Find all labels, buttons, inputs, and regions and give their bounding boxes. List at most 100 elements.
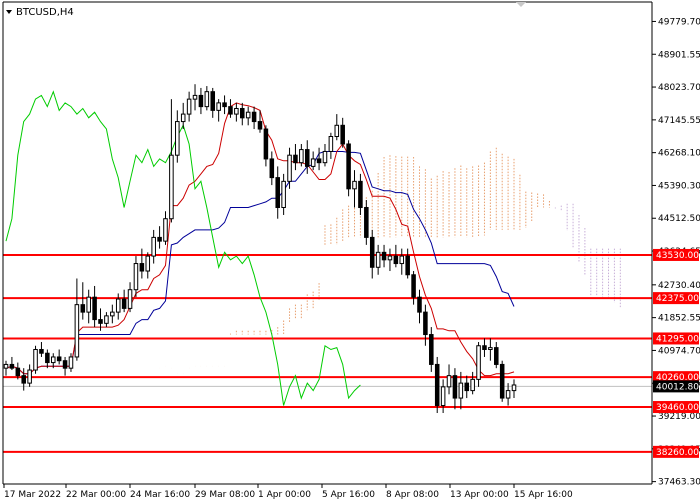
candle-body: [169, 154, 174, 220]
candle-body: [287, 154, 292, 182]
price-chart[interactable]: 49779.70 48901.55 48023.70 47145.55 46268.10…: [0, 0, 700, 500]
candle-body: [62, 360, 68, 369]
candle-body: [240, 107, 245, 119]
y-tick-label: 39219.00: [658, 412, 700, 422]
candle-body: [21, 375, 26, 384]
y-tick-label: 46268.10: [658, 149, 700, 159]
candle-body: [375, 251, 381, 268]
candle-body: [204, 91, 210, 108]
x-tick-label: 5 Apr 16:00: [322, 490, 375, 500]
candle-body: [511, 384, 517, 392]
y-tick-label: 48901.55: [658, 50, 700, 60]
candle-body: [192, 94, 198, 100]
candle-body: [429, 334, 434, 365]
candle-body: [121, 298, 127, 309]
candle-body: [92, 296, 97, 321]
candle-body: [98, 319, 103, 324]
candle-body: [494, 347, 499, 365]
candle-body: [352, 180, 357, 190]
candle-body: [434, 363, 440, 407]
candle-body: [127, 289, 133, 309]
candle-body: [3, 363, 9, 369]
y-tick-label: 48023.70: [658, 83, 700, 93]
candle-body: [328, 136, 334, 152]
y-tick-label: 45390.30: [658, 181, 700, 191]
candle-body: [464, 382, 470, 392]
x-tick-label: 29 Mar 08:00: [195, 490, 255, 500]
candle-body: [263, 128, 269, 160]
candle-body: [115, 298, 121, 313]
chart-background: [0, 0, 700, 500]
x-tick-label: 15 Apr 16:00: [514, 490, 573, 500]
candle-body: [198, 94, 204, 108]
candle-body: [322, 150, 328, 164]
candle-body: [251, 111, 257, 123]
y-tick-label: 40974.70: [658, 346, 700, 356]
candle-body: [175, 121, 180, 156]
candle-body: [369, 236, 375, 268]
candle-body: [417, 296, 422, 313]
candle-body: [180, 113, 186, 123]
candle-body: [293, 154, 298, 164]
candle-body: [358, 180, 363, 209]
candle-body: [216, 102, 221, 111]
candle-body: [104, 315, 109, 324]
level-label: 38260.00: [656, 448, 699, 458]
candle-body: [145, 255, 151, 272]
candle-body: [340, 124, 345, 145]
x-tick-label: 8 Apr 08:00: [386, 490, 439, 500]
candle-body: [163, 218, 168, 242]
candle-body: [423, 311, 428, 336]
candle-body: [281, 180, 286, 209]
y-tick-label: 47145.55: [658, 116, 700, 126]
candle-body: [228, 106, 233, 115]
candle-body: [110, 311, 115, 317]
candle-body: [157, 236, 162, 242]
candle-body: [45, 352, 50, 364]
x-tick-label: 17 Mar 2022: [4, 490, 61, 500]
candle-body: [316, 158, 322, 164]
candle-body: [476, 345, 481, 380]
candle-body: [50, 356, 56, 364]
y-tick-label: 37463.30: [658, 478, 700, 488]
candle-body: [488, 347, 493, 350]
candle-body: [39, 348, 44, 354]
candle-body: [405, 255, 410, 276]
x-tick-label: 13 Apr 00:00: [450, 490, 509, 500]
candle-body: [33, 348, 38, 371]
candle-body: [387, 255, 393, 261]
candle-body: [310, 158, 316, 167]
candle-body: [446, 375, 452, 388]
candle-body: [56, 356, 62, 362]
candle-body: [257, 121, 263, 130]
candle-body: [80, 304, 86, 313]
candle-body: [346, 143, 351, 190]
candle-body: [86, 296, 91, 313]
x-tick-label: 24 Mar 16:00: [130, 490, 190, 500]
current-price-label: 40012.80: [656, 382, 699, 392]
candle-body: [9, 363, 15, 369]
candle-body: [364, 207, 369, 238]
y-tick-label: 49779.70: [658, 17, 700, 27]
level-label: 42375.00: [656, 294, 699, 304]
candle-body: [245, 111, 251, 119]
candle-body: [482, 345, 487, 350]
y-tick-label: 42730.40: [658, 281, 700, 291]
symbol-header[interactable]: BTCUSD,H4: [6, 7, 74, 18]
candle-body: [222, 102, 227, 108]
candle-body: [440, 386, 446, 407]
candle-body: [381, 251, 387, 261]
candle-body: [505, 390, 511, 399]
candle-body: [15, 367, 21, 377]
candle-body: [139, 263, 145, 272]
candle-body: [269, 158, 275, 179]
candle-body: [27, 369, 32, 384]
candle-body: [452, 375, 458, 399]
level-label: 41295.00: [656, 334, 699, 344]
y-tick-label: 41852.55: [658, 314, 700, 324]
y-tick-label: 44512.50: [658, 214, 700, 224]
candle-body: [458, 382, 464, 399]
candle-body: [275, 177, 280, 209]
candle-body: [411, 274, 416, 298]
level-label: 43530.00: [656, 251, 699, 261]
